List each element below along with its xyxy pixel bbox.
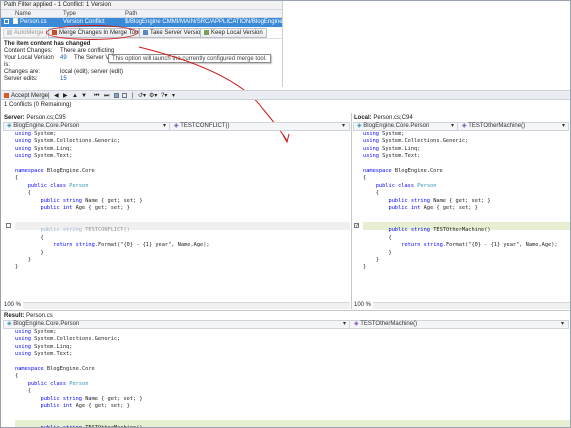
server-member-dropdown[interactable]: ◈ TESTCONFLICT() ▾ bbox=[172, 123, 348, 130]
local-nav-bar: ◈ BlogEngine.Core.Person ▾ ◈ TESTOtherMa… bbox=[353, 122, 569, 131]
layout-icon bbox=[114, 92, 119, 98]
split-view-icon bbox=[122, 92, 127, 98]
more-button[interactable]: ▾ bbox=[172, 92, 175, 100]
result-pane-header: Result: Person.cs bbox=[4, 313, 53, 319]
prev-conflict-button[interactable]: ◀ bbox=[54, 92, 59, 100]
local-namespace-dropdown[interactable]: ◈ BlogEngine.Core.Person ▾ bbox=[355, 123, 458, 130]
history-button[interactable]: ↺▾ bbox=[138, 92, 146, 100]
server-pane-header: Server: Person.cs;C95 bbox=[4, 115, 66, 121]
split-view-button[interactable] bbox=[122, 92, 127, 100]
server-accept-checkbox[interactable] bbox=[6, 223, 11, 228]
server-namespace-dropdown[interactable]: ◈ BlogEngine.Core.Person ▾ bbox=[5, 123, 170, 130]
local-code: using System; using System.Collections.G… bbox=[363, 131, 558, 271]
prev-change-button[interactable]: ▲ bbox=[72, 92, 78, 100]
server-hscroll[interactable] bbox=[23, 302, 350, 309]
merge-tool-screenshot: { "top": { "path_filter": "Path Filter a… bbox=[0, 0, 571, 428]
server-file: Person.cs;C95 bbox=[26, 115, 66, 121]
options-button[interactable]: ⚙▾ bbox=[149, 92, 157, 100]
next-change-button[interactable]: ▼ bbox=[81, 92, 87, 100]
toolbar-separator: | bbox=[48, 93, 50, 99]
local-member-dropdown[interactable]: ◈ TESTOtherMachine() ▾ bbox=[460, 123, 568, 130]
local-file: Person.cs;C94 bbox=[373, 115, 413, 121]
layout-toggle-button[interactable] bbox=[114, 92, 119, 100]
local-accept-checkbox[interactable]: ✓ bbox=[354, 223, 359, 229]
next-conflict-button[interactable]: ▶ bbox=[63, 92, 68, 100]
local-zoom[interactable]: 100 % bbox=[354, 302, 371, 309]
first-conflict-button[interactable]: ⏮ bbox=[94, 92, 99, 100]
result-member-dropdown[interactable]: ◈ TESTOtherMachine() ▾ bbox=[352, 321, 567, 328]
local-pane-header: Local: Person.cs;C94 bbox=[354, 115, 413, 121]
result-code[interactable]: using System; using System.Collections.G… bbox=[15, 329, 143, 427]
help-button[interactable]: ?▾ bbox=[161, 92, 167, 100]
accept-merge-icon bbox=[4, 92, 9, 98]
pane-splitter[interactable] bbox=[351, 113, 352, 309]
result-file: Person.cs bbox=[26, 313, 53, 319]
local-hscroll[interactable] bbox=[373, 302, 570, 309]
server-nav-bar: ◈ BlogEngine.Core.Person ▾ ◈ TESTCONFLIC… bbox=[3, 122, 350, 131]
accept-merge-button[interactable]: Accept Merge bbox=[4, 92, 48, 100]
result-splitter[interactable] bbox=[1, 310, 570, 311]
merge-toolbar: Accept Merge | ◀ ▶ ▲ ▼ ⏮ ⏭ | ↺▾ ⚙▾ ?▾ ▾ bbox=[1, 90, 570, 100]
result-namespace-dropdown[interactable]: ◈ BlogEngine.Core.Person ▾ bbox=[5, 321, 350, 328]
conflict-count: 1 Conflicts (0 Remaining) bbox=[4, 102, 72, 108]
server-zoom[interactable]: 100 % bbox=[4, 302, 21, 309]
last-conflict-button[interactable]: ⏭ bbox=[104, 92, 109, 100]
server-code: using System; using System.Collections.G… bbox=[15, 131, 210, 271]
toolbar-separator-2: | bbox=[132, 93, 134, 99]
result-nav-bar: ◈ BlogEngine.Core.Person ▾ ◈ TESTOtherMa… bbox=[3, 320, 569, 329]
